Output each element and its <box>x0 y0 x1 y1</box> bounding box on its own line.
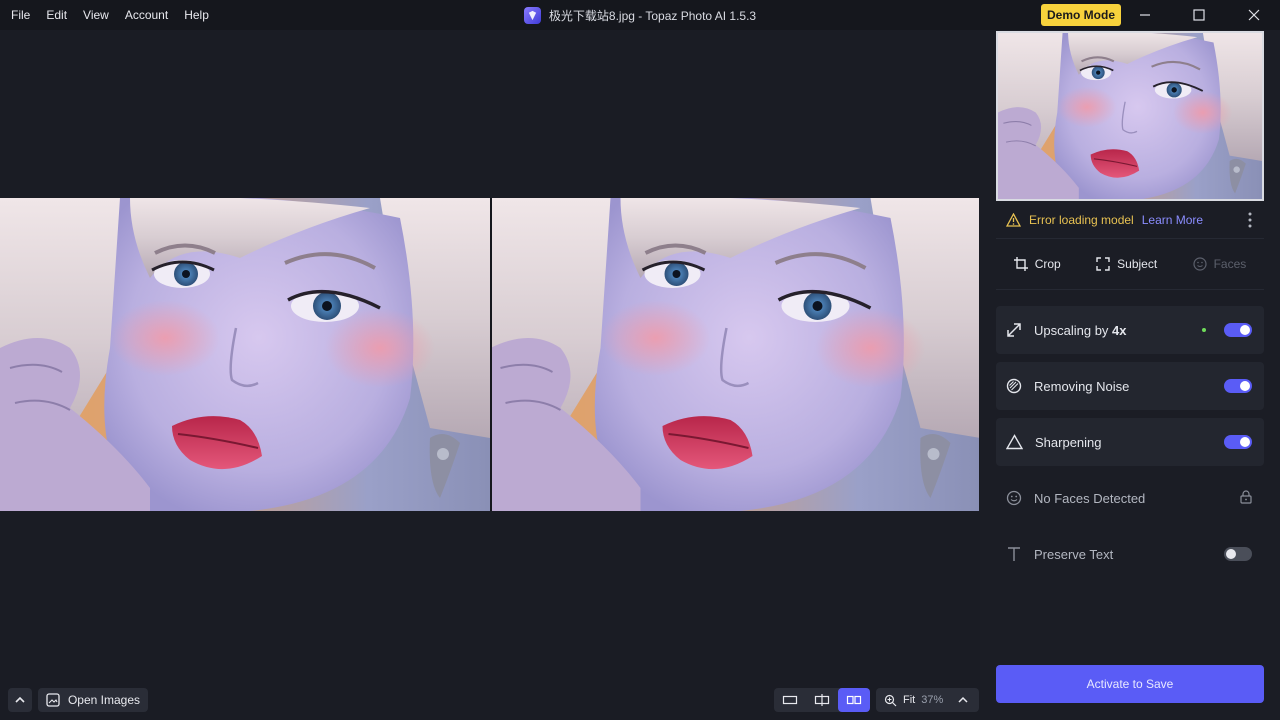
menu-help[interactable]: Help <box>176 0 217 30</box>
open-images-label: Open Images <box>67 693 141 707</box>
split-view-icon <box>814 694 830 706</box>
right-panel: Error loading model Learn More Crop Subj… <box>980 30 1280 720</box>
zoom-percent: 37% <box>921 694 944 706</box>
menu-view[interactable]: View <box>75 0 117 30</box>
faces-button[interactable]: Faces <box>1192 257 1247 271</box>
noise-label: Removing Noise <box>1034 378 1130 394</box>
close-button[interactable] <box>1231 0 1277 30</box>
face-icon <box>1006 490 1022 506</box>
crop-label: Crop <box>1034 257 1061 271</box>
original-image <box>0 198 490 511</box>
sharpen-triangle-icon <box>1006 434 1023 450</box>
original-preview[interactable] <box>0 198 490 511</box>
open-images-button[interactable]: Open Images <box>38 688 148 712</box>
feature-upscaling[interactable]: Upscaling by 4x <box>996 306 1264 354</box>
processed-image <box>492 198 979 511</box>
expand-thumbnails-button[interactable] <box>8 688 32 712</box>
maximize-icon <box>1193 9 1205 21</box>
menu-edit[interactable]: Edit <box>38 0 75 30</box>
single-view-icon <box>782 695 798 705</box>
demo-mode-badge[interactable]: Demo Mode <box>1041 4 1122 26</box>
image-canvas[interactable] <box>0 30 979 680</box>
thumbnail-image <box>998 33 1262 199</box>
menu-account[interactable]: Account <box>117 0 176 30</box>
noise-toggle[interactable] <box>1224 379 1252 393</box>
upscaling-toggle[interactable] <box>1224 323 1252 337</box>
tools-row: Crop Subject Faces <box>996 238 1264 290</box>
lock-icon <box>1240 490 1252 509</box>
bottom-toolbar: Open Images Fit 37% <box>0 680 979 720</box>
view-split-button[interactable] <box>806 688 838 712</box>
chevron-up-icon[interactable] <box>957 694 969 706</box>
sharpen-label: Sharpening <box>1035 434 1102 450</box>
crop-icon <box>1013 257 1028 271</box>
zoom-fit-label: Fit <box>903 694 916 706</box>
face-icon <box>1192 257 1207 271</box>
preserve-text-label: Preserve Text <box>1034 546 1114 562</box>
navigator-thumbnail[interactable] <box>996 31 1264 201</box>
close-icon <box>1248 9 1260 21</box>
model-error-row: Error loading model Learn More <box>996 205 1264 235</box>
topaz-logo-icon <box>523 6 541 24</box>
chevron-up-icon <box>15 696 25 703</box>
activate-to-save-button[interactable]: Activate to Save <box>996 665 1264 703</box>
menu-bar: File Edit View Account Help <box>0 0 217 30</box>
feature-remove-noise[interactable]: Removing Noise <box>996 362 1264 410</box>
learn-more-link[interactable]: Learn More <box>1142 213 1203 227</box>
side-by-side-icon <box>846 695 862 705</box>
feature-face-recovery: No Faces Detected <box>996 474 1264 522</box>
minimize-icon <box>1140 14 1150 16</box>
warning-icon <box>1006 213 1021 227</box>
upscaling-factor: 4x <box>1112 322 1127 338</box>
processed-preview[interactable] <box>492 198 979 511</box>
window-title: 极光下载站8.jpg - Topaz Photo AI 1.5.3 <box>548 8 757 23</box>
view-side-by-side-button[interactable] <box>838 688 870 712</box>
feature-sharpening[interactable]: Sharpening <box>996 418 1264 466</box>
subject-select-icon <box>1096 257 1110 271</box>
upscaling-label: Upscaling by 4x <box>1034 322 1127 338</box>
zoom-control[interactable]: Fit 37% <box>876 688 979 712</box>
title-bar: File Edit View Account Help 极光下载站8.jpg -… <box>0 0 1280 30</box>
feature-preserve-text[interactable]: Preserve Text <box>996 530 1264 578</box>
preserve-text-toggle[interactable] <box>1224 547 1252 561</box>
upscale-arrows-icon <box>1007 323 1021 337</box>
crop-button[interactable]: Crop <box>1013 257 1061 271</box>
zoom-in-icon <box>884 694 897 706</box>
image-icon <box>46 693 60 707</box>
noise-icon <box>1006 378 1022 394</box>
faces-label: Faces <box>1213 257 1247 271</box>
faces-status-label: No Faces Detected <box>1034 490 1146 506</box>
view-single-button[interactable] <box>774 688 806 712</box>
view-mode-group <box>774 688 870 712</box>
error-message: Error loading model <box>1029 213 1134 227</box>
more-options-icon[interactable] <box>1248 212 1252 233</box>
maximize-button[interactable] <box>1176 0 1222 30</box>
status-dot <box>1202 328 1206 332</box>
menu-file[interactable]: File <box>3 0 38 30</box>
sharpen-toggle[interactable] <box>1224 435 1252 449</box>
subject-label: Subject <box>1117 257 1158 271</box>
subject-button[interactable]: Subject <box>1096 257 1157 271</box>
minimize-button[interactable] <box>1122 0 1168 30</box>
text-icon <box>1008 547 1020 561</box>
